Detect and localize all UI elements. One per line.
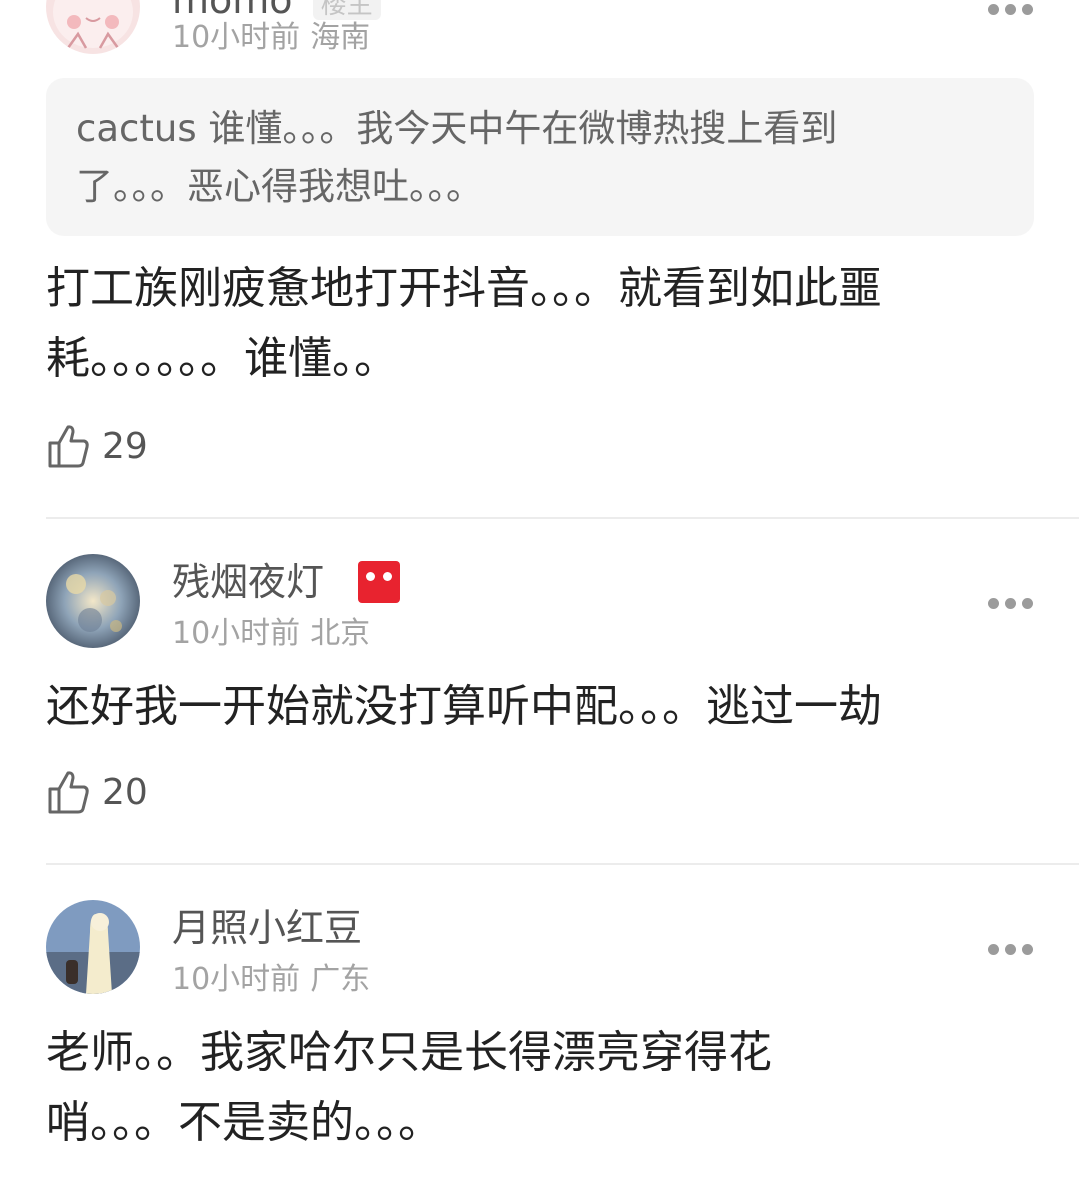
avatar[interactable] [46,900,140,994]
like-button[interactable]: 29 [46,422,148,470]
like-count: 20 [102,771,148,813]
comment-meta: 10小时前 北京 [172,616,370,652]
more-dots-icon[interactable] [988,598,1034,610]
like-count: 29 [102,425,148,467]
op-tag: 楼主 [312,0,381,20]
comment-text: 老师。。我家哈尔只是长得漂亮穿得花哨。。。不是卖的。。。 [46,1027,772,1148]
divider [46,517,1079,519]
more-dots-icon[interactable] [988,944,1034,956]
comment-text: 还好我一开始就没打算听中配。。。逃过一劫 [46,681,882,732]
thumbs-up-icon [48,771,89,814]
avatar[interactable] [46,0,140,54]
location: 广东 [310,962,371,997]
username[interactable]: 残烟夜灯 [172,560,324,604]
comment-meta: 10小时前 海南 [172,20,370,56]
red-face-badge-icon [358,561,400,603]
divider [46,863,1079,865]
comment-item: momo 楼主 10小时前 海南 cactus 谁懂。。。我今天中午在微博热搜上看… [0,0,1079,520]
quoted-reply[interactable]: cactus 谁懂。。。我今天中午在微博热搜上看到了。。。恶心得我想吐。。。 [46,78,1034,236]
location: 北京 [310,616,371,651]
avatar[interactable] [46,554,140,648]
quoted-reply-text: cactus 谁懂。。。我今天中午在微博热搜上看到了。。。恶心得我想吐。。。 [76,107,838,208]
timestamp: 10小时前 [172,962,301,997]
location: 海南 [310,20,371,55]
timestamp: 10小时前 [172,616,301,651]
comment-meta: 10小时前 广东 [172,962,370,998]
username[interactable]: 月照小红豆 [172,906,362,950]
comment-text: 打工族刚疲惫地打开抖音。。。就看到如此噩耗。。。。。。谁懂。。 [46,263,882,384]
comment-item: 月照小红豆 10小时前 广东 老师。。我家哈尔只是长得漂亮穿得花哨。。。不是卖的。… [0,866,1079,1186]
thumbs-up-icon [48,425,89,468]
comment-item: 残烟夜灯 10小时前 北京 还好我一开始就没打算听中配。。。逃过一劫 20 [0,520,1079,865]
more-dots-icon[interactable] [988,4,1034,16]
like-button[interactable]: 20 [46,768,148,816]
timestamp: 10小时前 [172,20,301,55]
